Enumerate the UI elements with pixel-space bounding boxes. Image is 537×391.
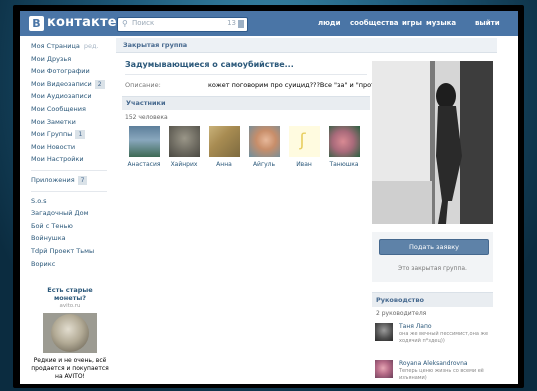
member-name[interactable]: Хайнрих bbox=[165, 161, 203, 168]
sidebar-item-audio[interactable]: Мои Аудиозаписи bbox=[31, 90, 111, 103]
vk-logo-icon[interactable]: В bbox=[29, 16, 44, 31]
left-menu: Моя Страница ред. Мои Друзья Мои Фотограф… bbox=[31, 40, 111, 270]
member-name[interactable]: Анастасия bbox=[125, 161, 163, 168]
member-item[interactable]: Анна bbox=[205, 126, 243, 168]
closed-group-note: Это закрытая группа. bbox=[398, 265, 467, 272]
member-name[interactable]: Иван bbox=[285, 161, 323, 168]
member-item[interactable]: Хайнрих bbox=[165, 126, 203, 168]
sidebar-item-groups[interactable]: Мои Группы 1 bbox=[31, 128, 111, 141]
sidebar-item-news[interactable]: Мои Новости bbox=[31, 141, 111, 154]
page-title-bar: Закрытая группа bbox=[116, 38, 497, 53]
ad-title[interactable]: Есть старые монеты? bbox=[31, 286, 109, 302]
members-list: Анастасия Хайнрих Анна Айгуль ʃ Иван Тан… bbox=[125, 126, 373, 186]
divider bbox=[125, 74, 367, 75]
vk-page: В контакте ⚲ Поиск 13 люди сообщества иг… bbox=[20, 11, 518, 384]
group-photo[interactable] bbox=[372, 61, 493, 224]
top-header: В контакте ⚲ Поиск 13 люди сообщества иг… bbox=[20, 11, 518, 36]
menu-divider bbox=[31, 190, 107, 192]
nav-music[interactable]: музыка bbox=[426, 19, 456, 27]
member-name[interactable]: Айгуль bbox=[245, 161, 283, 168]
edit-link[interactable]: ред. bbox=[84, 42, 99, 50]
sidebar-item-photos[interactable]: Мои Фотографии bbox=[31, 65, 111, 78]
ad-site: avito.ru bbox=[59, 303, 81, 309]
ad-coin-image[interactable] bbox=[43, 313, 97, 353]
app-item[interactable]: Бой с Тенью bbox=[31, 220, 111, 233]
count-badge: 7 bbox=[77, 175, 88, 185]
leaders-header-label: Руководство bbox=[376, 296, 424, 304]
nav-communities[interactable]: сообщества bbox=[350, 19, 399, 27]
app-item[interactable]: S.o.s bbox=[31, 195, 111, 208]
app-item[interactable]: Загадочный Дом bbox=[31, 207, 111, 220]
ad-description: Редкие и не очень, всё продается и покуп… bbox=[31, 357, 109, 380]
member-avatar[interactable]: ʃ bbox=[288, 126, 320, 157]
app-item[interactable]: Tdpй Проект Тьмы bbox=[31, 245, 111, 258]
vk-logo-text[interactable]: контакте bbox=[47, 15, 117, 30]
menu-divider bbox=[31, 169, 107, 171]
members-header-label: Участники bbox=[126, 99, 166, 107]
group-name: Задумывающиеся о самоубийстве... bbox=[125, 60, 294, 69]
search-input[interactable]: ⚲ Поиск 13 bbox=[117, 17, 248, 32]
sidebar-item-my-page[interactable]: Моя Страница ред. bbox=[31, 40, 111, 53]
members-header[interactable]: Участники bbox=[122, 96, 370, 110]
sidebar-item-videos[interactable]: Мои Видеозаписи 2 bbox=[31, 78, 111, 91]
leader-subtitle: она же вечный пессимист,она же ходячий п… bbox=[399, 331, 489, 344]
sidebar-item-label: Мои Видеозаписи bbox=[31, 79, 92, 88]
member-avatar[interactable] bbox=[128, 126, 160, 157]
page-title: Закрытая группа bbox=[123, 41, 188, 49]
member-item[interactable]: Айгуль bbox=[245, 126, 283, 168]
leader-avatar[interactable] bbox=[375, 323, 393, 341]
member-name[interactable]: Анна bbox=[205, 161, 243, 168]
leaders-count: 2 руководителя bbox=[376, 310, 427, 317]
leader-name[interactable]: Таня Лапо bbox=[399, 323, 432, 330]
leaders-header[interactable]: Руководство bbox=[372, 292, 493, 307]
sidebar-item-friends[interactable]: Мои Друзья bbox=[31, 53, 111, 66]
nav-logout[interactable]: выйти bbox=[475, 19, 500, 27]
member-avatar[interactable] bbox=[168, 126, 200, 157]
group-content: Закрытая группа Задумывающиеся о самоуби… bbox=[116, 38, 501, 384]
member-name[interactable]: Танюшка bbox=[325, 161, 363, 168]
nav-people[interactable]: люди bbox=[318, 19, 341, 27]
members-count[interactable]: 152 человека bbox=[125, 114, 168, 121]
sidebar-item-notes[interactable]: Мои Заметки bbox=[31, 116, 111, 129]
search-clear-icon[interactable] bbox=[238, 20, 244, 28]
sidebar-item-settings[interactable]: Мои Настройки bbox=[31, 153, 111, 166]
count-badge: 1 bbox=[75, 130, 86, 140]
coin-icon bbox=[51, 314, 89, 352]
ad-block[interactable]: Есть старые монеты? avito.ru Редкие и не… bbox=[31, 286, 109, 381]
search-placeholder: Поиск bbox=[132, 19, 155, 27]
request-join-button[interactable]: Подать заявку bbox=[379, 239, 489, 255]
count-badge: 2 bbox=[94, 79, 105, 89]
leader-avatar[interactable] bbox=[375, 360, 393, 378]
sidebar-item-apps[interactable]: Приложения 7 bbox=[31, 174, 111, 187]
description-text: кожет поговорим про суицид???Все "за" и … bbox=[208, 81, 386, 89]
app-item[interactable]: Ворикс bbox=[31, 258, 111, 271]
leader-name[interactable]: Royana Aleksandrovna bbox=[399, 360, 468, 367]
join-panel: Подать заявку Это закрытая группа. bbox=[372, 232, 493, 282]
description-label: Описание: bbox=[125, 81, 161, 89]
group-photo-image bbox=[372, 61, 493, 224]
nav-games[interactable]: игры bbox=[402, 19, 422, 27]
sidebar-item-label: Мои Группы bbox=[31, 130, 73, 139]
search-icon: ⚲ bbox=[122, 19, 128, 28]
member-avatar[interactable] bbox=[248, 126, 280, 157]
app-item[interactable]: Войнушка bbox=[31, 232, 111, 245]
member-avatar[interactable] bbox=[328, 126, 360, 157]
sidebar-item-messages[interactable]: Мои Сообщения bbox=[31, 103, 111, 116]
sidebar-item-label: Приложения bbox=[31, 175, 75, 184]
search-count: 13 bbox=[227, 19, 236, 27]
sidebar-item-label: Моя Страница bbox=[31, 42, 80, 50]
member-item[interactable]: Анастасия bbox=[125, 126, 163, 168]
member-avatar[interactable] bbox=[208, 126, 240, 157]
member-item[interactable]: ʃ Иван bbox=[285, 126, 323, 168]
leader-subtitle: Теперь ценю жизнь со всеми её изъянами) bbox=[399, 368, 484, 381]
member-item[interactable]: Танюшка bbox=[325, 126, 363, 168]
